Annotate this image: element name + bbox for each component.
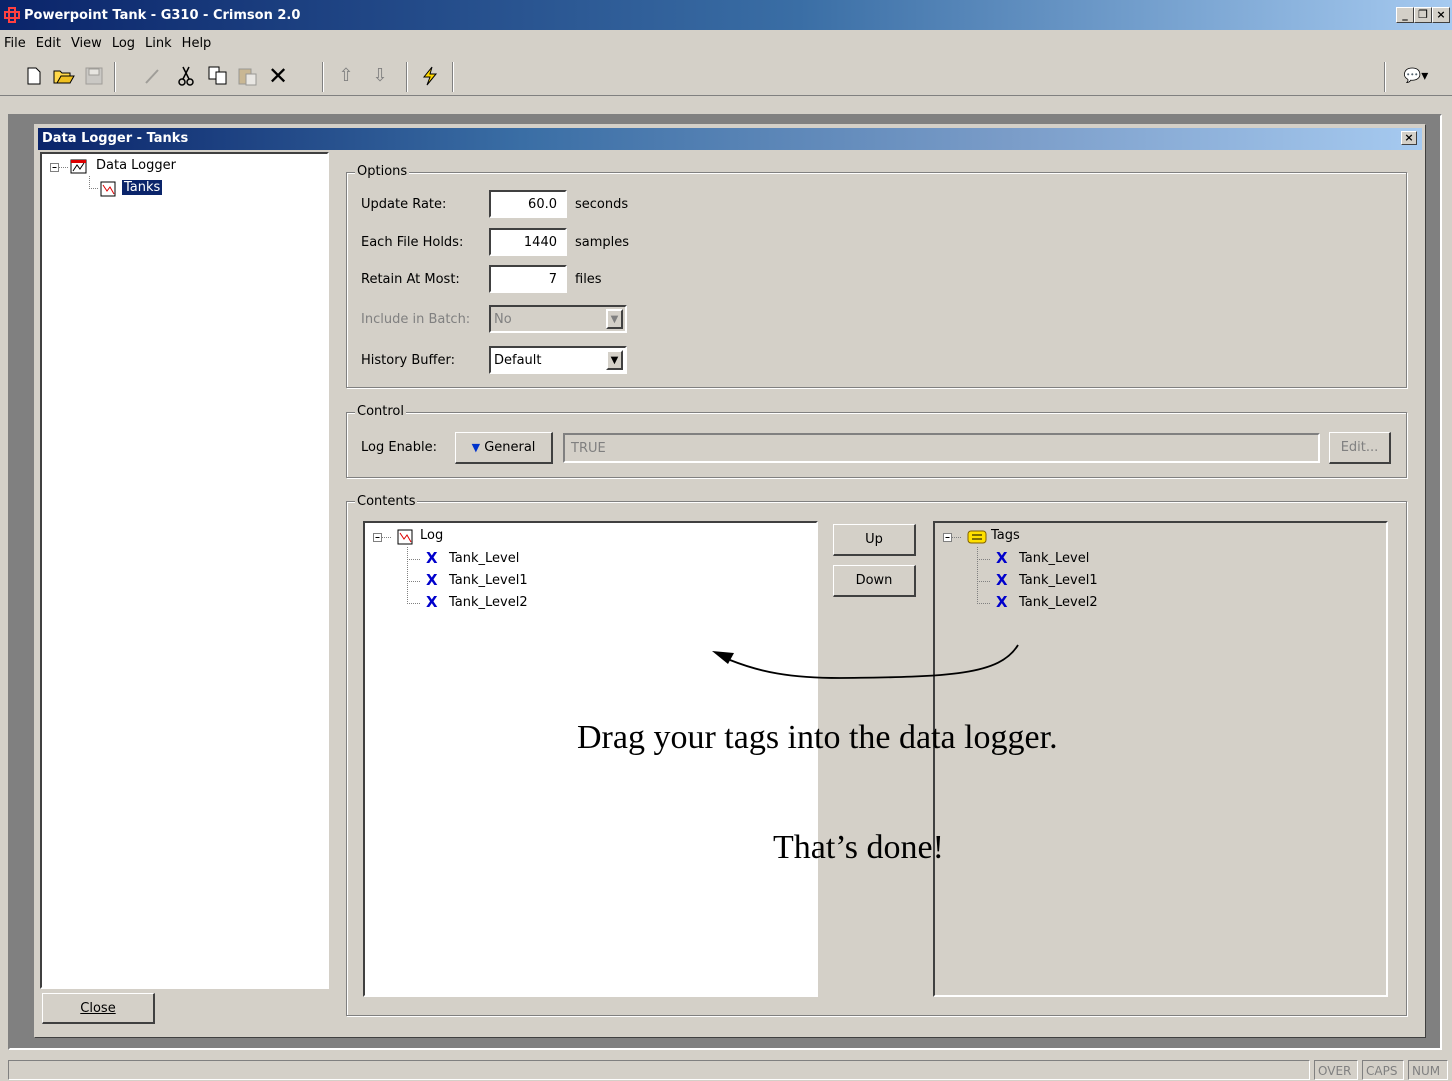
drag-arrow <box>712 644 1019 679</box>
each-file-holds-input[interactable]: 1440 <box>489 228 567 256</box>
data-logger-icon <box>70 159 87 174</box>
annotation-line-2: That’s done! <box>773 829 944 866</box>
tag-item[interactable]: Tank_Level1 <box>1019 573 1098 588</box>
log-root-node[interactable]: Log <box>420 528 443 543</box>
tag-icon: X <box>426 571 438 589</box>
new-icon[interactable] <box>22 64 46 88</box>
status-message-area <box>8 1060 1310 1080</box>
tag-icon: X <box>996 549 1008 567</box>
app-title-bar[interactable]: Powerpoint Tank - G310 - Crimson 2.0 _ ❐… <box>0 0 1452 30</box>
update-rate-unit: seconds <box>575 197 629 212</box>
edit-icon[interactable] <box>140 64 164 88</box>
restore-button[interactable]: ❐ <box>1414 7 1432 23</box>
status-caps: CAPS <box>1362 1060 1404 1080</box>
options-group-label: Options <box>355 164 410 179</box>
tags-root-node[interactable]: Tags <box>991 528 1020 543</box>
tag-icon: X <box>996 593 1008 611</box>
move-down-icon[interactable]: ⇩ <box>368 64 392 88</box>
delete-icon[interactable]: ✕ <box>266 64 290 88</box>
tree-node-data-logger[interactable]: Data Logger <box>96 158 176 173</box>
log-icon <box>100 181 116 197</box>
log-icon <box>397 529 413 545</box>
chevron-down-icon[interactable]: ▼ <box>606 309 623 329</box>
annotation-line-1: Drag your tags into the data logger. <box>577 719 1058 756</box>
menu-log[interactable]: Log <box>107 30 140 51</box>
status-bar: OVER CAPS NUM <box>0 1058 1452 1081</box>
log-enable-label: Log Enable: <box>361 440 438 455</box>
balloon-icon[interactable]: 💬▾ <box>1396 64 1436 88</box>
tag-item[interactable]: Tank_Level2 <box>1019 595 1098 610</box>
log-item[interactable]: Tank_Level <box>449 551 519 566</box>
log-item[interactable]: Tank_Level2 <box>449 595 528 610</box>
menu-link[interactable]: Link <box>140 30 177 51</box>
retain-at-most-input[interactable]: 7 <box>489 265 567 293</box>
status-over: OVER <box>1314 1060 1358 1080</box>
toolbar-separator <box>406 62 408 92</box>
tag-item[interactable]: Tank_Level <box>1019 551 1089 566</box>
log-contents-list[interactable]: Log X Tank_Level X Tank_Level1 X Tank_Le… <box>363 521 818 997</box>
close-button-label: Close <box>80 1001 116 1016</box>
chevron-down-icon[interactable]: ▼ <box>606 350 623 370</box>
open-icon[interactable] <box>52 64 76 88</box>
minimize-button[interactable]: _ <box>1396 7 1414 23</box>
toolbar: ✕ ⇧ ⇩ 💬▾ <box>0 58 1452 96</box>
tag-icon: X <box>426 593 438 611</box>
include-in-batch-select[interactable]: No ▼ <box>489 305 627 333</box>
retain-at-most-label: Retain At Most: <box>361 272 460 287</box>
tag-icon: X <box>426 549 438 567</box>
control-group-label: Control <box>355 404 406 419</box>
mode-button[interactable]: ▼ General <box>455 432 553 464</box>
include-in-batch-label: Include in Batch: <box>361 312 471 327</box>
up-button[interactable]: Up <box>833 524 916 556</box>
tag-icon: X <box>996 571 1008 589</box>
menu-file[interactable]: File <box>0 30 31 51</box>
crimson-app-icon <box>4 7 20 23</box>
each-file-holds-label: Each File Holds: <box>361 235 464 250</box>
close-button[interactable]: Close <box>42 993 155 1024</box>
toolbar-separator <box>452 62 454 92</box>
down-button[interactable]: Down <box>833 565 916 597</box>
update-rate-input[interactable]: 60.0 <box>489 190 567 218</box>
download-icon[interactable] <box>418 64 442 88</box>
child-window-title: Data Logger - Tanks <box>42 131 189 146</box>
app-title: Powerpoint Tank - G310 - Crimson 2.0 <box>24 8 301 23</box>
status-num: NUM <box>1408 1060 1448 1080</box>
move-up-icon[interactable]: ⇧ <box>334 64 358 88</box>
log-enable-expression[interactable]: TRUE <box>563 433 1320 463</box>
log-item[interactable]: Tank_Level1 <box>449 573 528 588</box>
include-in-batch-value: No <box>494 312 512 327</box>
toolbar-separator <box>322 62 324 92</box>
save-icon[interactable] <box>82 64 106 88</box>
history-buffer-select[interactable]: Default ▼ <box>489 346 627 374</box>
tags-folder-icon <box>967 530 987 544</box>
history-buffer-value: Default <box>494 353 542 368</box>
retain-at-most-unit: files <box>575 272 602 287</box>
copy-icon[interactable] <box>206 64 230 88</box>
triangle-down-icon: ▼ <box>471 441 481 454</box>
menu-edit[interactable]: Edit <box>31 30 66 51</box>
contents-group-label: Contents <box>355 494 418 509</box>
tags-list[interactable]: Tags X Tank_Level X Tank_Level1 X Tank_L… <box>933 521 1388 997</box>
tree-node-tanks[interactable]: Tanks <box>122 180 163 195</box>
menu-view[interactable]: View <box>66 30 107 51</box>
update-rate-label: Update Rate: <box>361 197 447 212</box>
edit-button[interactable]: Edit... <box>1329 432 1391 464</box>
close-window-button[interactable]: × <box>1432 7 1450 23</box>
toolbar-separator <box>1384 62 1386 92</box>
cut-icon[interactable] <box>174 64 198 88</box>
paste-icon[interactable] <box>236 64 260 88</box>
each-file-holds-unit: samples <box>575 235 630 250</box>
history-buffer-label: History Buffer: <box>361 353 455 368</box>
mode-button-label: General <box>484 440 536 455</box>
navigation-tree[interactable]: Data Logger Tanks <box>40 152 329 989</box>
toolbar-separator <box>114 62 116 92</box>
child-window-title-bar[interactable]: Data Logger - Tanks <box>38 128 1422 150</box>
child-close-button[interactable]: × <box>1401 131 1417 145</box>
menu-help[interactable]: Help <box>177 30 217 51</box>
menu-bar: File Edit View Log Link Help <box>0 30 1452 56</box>
